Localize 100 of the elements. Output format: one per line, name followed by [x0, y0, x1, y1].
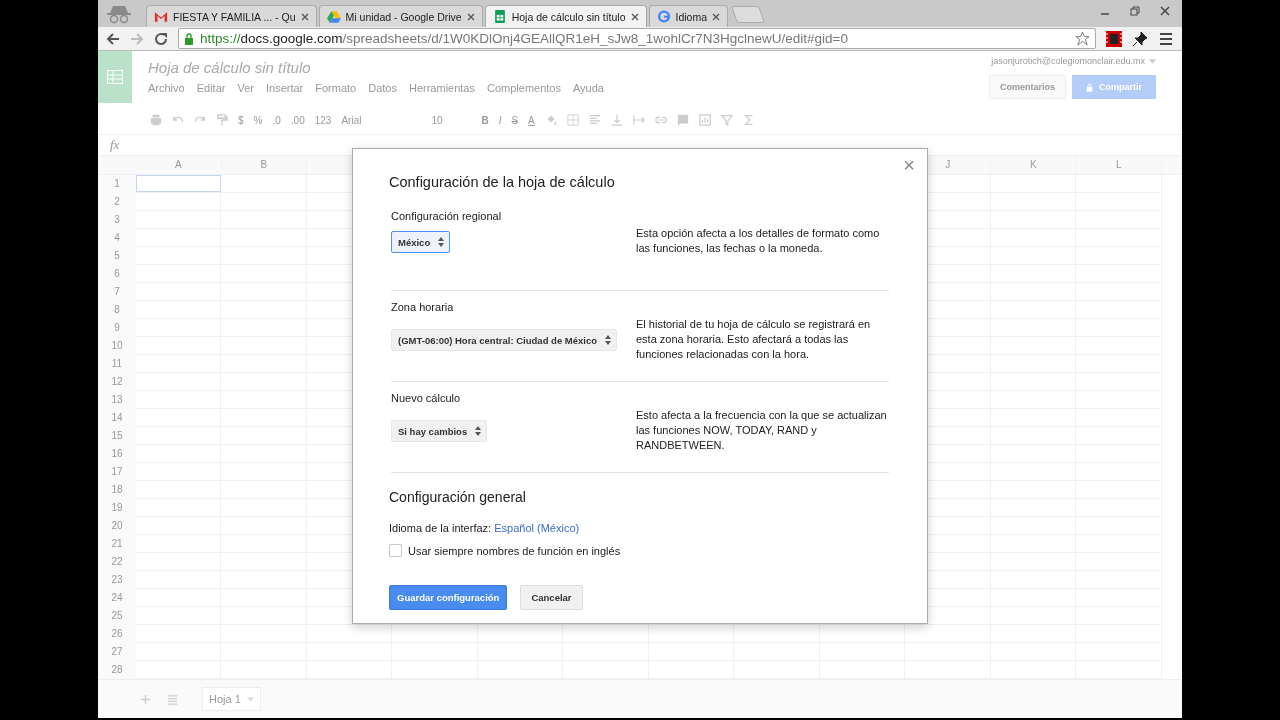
column-header[interactable]: A: [136, 156, 222, 174]
filter-icon[interactable]: [720, 114, 733, 126]
row-header[interactable]: 17: [98, 463, 136, 481]
row-header[interactable]: 13: [98, 391, 136, 409]
selected-cell[interactable]: [136, 175, 221, 192]
row-header[interactable]: 8: [98, 301, 136, 319]
row-header[interactable]: 3: [98, 211, 136, 229]
close-button[interactable]: ×: [903, 155, 915, 175]
borders-icon[interactable]: [566, 114, 579, 126]
row-header[interactable]: 12: [98, 373, 136, 391]
close-icon[interactable]: [300, 12, 309, 21]
row-header[interactable]: 27: [98, 643, 136, 661]
menu-item[interactable]: Insertar: [265, 82, 304, 94]
add-icon[interactable]: [140, 693, 151, 705]
menu-item[interactable]: Datos: [368, 82, 397, 94]
row-header[interactable]: 5: [98, 247, 136, 265]
toolbar-button[interactable]: S: [511, 114, 519, 126]
row-header[interactable]: 7: [98, 283, 136, 301]
cancel-button[interactable]: Cancelar: [520, 585, 583, 610]
close-icon[interactable]: [466, 12, 475, 21]
row-header[interactable]: 6: [98, 265, 136, 283]
row-header[interactable]: 19: [98, 499, 136, 517]
row-header[interactable]: 10: [98, 337, 136, 355]
pin-icon[interactable]: [1132, 30, 1148, 47]
sum-icon[interactable]: [742, 114, 755, 126]
row-header[interactable]: 15: [98, 427, 136, 445]
account-email[interactable]: jasonjurotich@colegiomonclair.edu.mx: [991, 56, 1156, 66]
close-icon[interactable]: [630, 12, 639, 21]
menu-item[interactable]: Archivo: [148, 82, 185, 94]
checkbox[interactable]: [389, 544, 402, 557]
row-header[interactable]: 11: [98, 355, 136, 373]
comments-button[interactable]: Comentarios: [988, 75, 1066, 99]
toolbar-button[interactable]: A: [528, 114, 535, 126]
toolbar-button[interactable]: I: [498, 114, 502, 126]
document-title[interactable]: Hoja de cálculo sin título: [148, 59, 989, 76]
restore-icon[interactable]: [1130, 6, 1140, 16]
toolbar-button[interactable]: .0: [272, 114, 281, 126]
select-field[interactable]: (GMT-06:00) Hora central: Ciudad de México: [391, 329, 617, 351]
save-button[interactable]: Guardar configuración: [389, 585, 508, 610]
browser-tab[interactable]: Hoja de cálculo sin título: [484, 5, 647, 27]
row-header[interactable]: 1: [98, 175, 136, 193]
close-icon[interactable]: [1160, 6, 1170, 16]
print-icon[interactable]: [150, 114, 162, 126]
menu-item[interactable]: Editar: [196, 82, 226, 94]
menu-icon[interactable]: [1158, 30, 1174, 47]
close-icon[interactable]: [712, 12, 721, 21]
browser-tab[interactable]: Mi unidad - Google Drive: [318, 5, 483, 27]
column-header[interactable]: L: [1076, 156, 1162, 174]
back-icon[interactable]: [106, 31, 120, 46]
row-header[interactable]: 26: [98, 625, 136, 643]
row-header[interactable]: 2: [98, 193, 136, 211]
menu-item[interactable]: Herramientas: [408, 82, 475, 94]
row-header[interactable]: 25: [98, 607, 136, 625]
toolbar-button[interactable]: .00: [290, 114, 305, 126]
row-header[interactable]: 21: [98, 535, 136, 553]
list-icon[interactable]: [167, 693, 178, 705]
row-header[interactable]: 16: [98, 445, 136, 463]
column-header[interactable]: K: [991, 156, 1077, 174]
forward-icon[interactable]: [130, 31, 144, 46]
reload-icon[interactable]: [154, 31, 168, 46]
comment-icon[interactable]: [676, 114, 689, 126]
toolbar-button[interactable]: B: [481, 114, 489, 126]
sheet-tab[interactable]: Hoja 1: [202, 687, 261, 711]
row-header[interactable]: 9: [98, 319, 136, 337]
row-header[interactable]: 18: [98, 481, 136, 499]
row-header[interactable]: 20: [98, 517, 136, 535]
row-header[interactable]: 24: [98, 589, 136, 607]
column-header[interactable]: B: [221, 156, 307, 174]
browser-tab[interactable]: FIESTA Y FAMILIA ... - Qu: [146, 5, 317, 27]
language-link[interactable]: Español (México): [494, 522, 580, 534]
toolbar-button[interactable]: $: [238, 114, 244, 126]
new-tab-button[interactable]: [730, 6, 766, 23]
menu-item[interactable]: Ver: [237, 82, 254, 94]
row-header[interactable]: 4: [98, 229, 136, 247]
font-size-menu[interactable]: 10: [431, 114, 472, 126]
menu-item[interactable]: Ayuda: [573, 82, 604, 94]
row-header[interactable]: 14: [98, 409, 136, 427]
valign-icon[interactable]: [610, 114, 623, 126]
row-header[interactable]: 22: [98, 553, 136, 571]
sheets-logo[interactable]: [98, 51, 132, 103]
chart-icon[interactable]: [698, 114, 711, 126]
align-icon[interactable]: [588, 114, 601, 126]
row-header[interactable]: 23: [98, 571, 136, 589]
menu-item[interactable]: Complementos: [487, 82, 561, 94]
toolbar-button[interactable]: %: [253, 114, 263, 126]
format-menu[interactable]: 123: [314, 114, 332, 126]
paint-icon[interactable]: [216, 114, 228, 126]
font-menu[interactable]: Arial: [341, 114, 422, 126]
grid-icon: [107, 70, 123, 84]
share-button[interactable]: Compartir: [1072, 75, 1156, 99]
browser-tab[interactable]: Idioma: [648, 5, 729, 27]
row-header[interactable]: 28: [98, 661, 136, 679]
wrap-icon[interactable]: [632, 114, 645, 126]
select-field[interactable]: Si hay cambios: [391, 420, 488, 442]
film-icon[interactable]: [1106, 30, 1122, 47]
menu-item[interactable]: Formato: [315, 82, 357, 94]
select-field[interactable]: México: [391, 231, 451, 253]
star-icon[interactable]: [1075, 31, 1090, 46]
address-bar[interactable]: https://docs.google.com/spreadsheets/d/1W0KDlOnj4GEAllQR1eH_sJw8_1wohlCr7N3HgclnewU/edit#gid=0: [178, 28, 1096, 49]
link-icon[interactable]: [654, 114, 667, 126]
